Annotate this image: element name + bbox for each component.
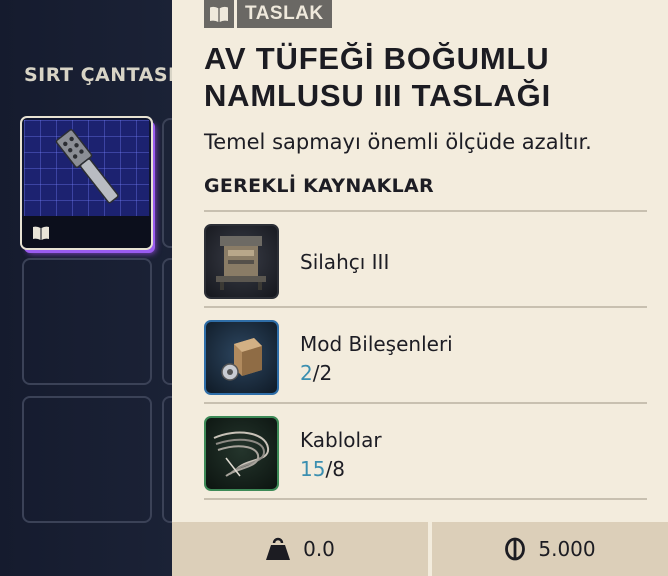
requirement-quantity: 2/2: [300, 361, 333, 385]
backpack-panel: SIRT ÇANTASI: [0, 0, 176, 576]
requirement-name: Silahçı III: [300, 250, 390, 274]
requirement-name: Mod Bileşenleri: [300, 332, 453, 356]
inventory-slot-selected[interactable]: [20, 116, 153, 250]
barrel-attachment-icon: [55, 129, 119, 204]
mod-components-icon: [204, 320, 279, 395]
item-tooltip: TASLAK AV TÜFEĞİ BOĞUMLU NAMLUSU III TAS…: [172, 0, 668, 576]
workbench-icon: [204, 224, 279, 299]
inventory-slot-empty[interactable]: [22, 396, 152, 523]
requirements-heading: GEREKLİ KAYNAKLAR: [204, 175, 434, 197]
item-type-label: TASLAK: [237, 0, 332, 28]
requirement-row: Silahçı III: [204, 212, 647, 299]
item-description: Temel sapmayı önemli ölçüde azaltır.: [204, 130, 592, 154]
requirement-row: Mod Bileşenleri 2/2: [204, 308, 647, 395]
inventory-slot-empty[interactable]: [22, 258, 152, 385]
divider: [204, 498, 647, 500]
slot-footer: [22, 216, 151, 248]
item-stats-bar: 0.0 5.000: [172, 522, 668, 576]
weight-stat: 0.0: [172, 522, 428, 576]
weight-icon: [266, 537, 291, 560]
price-stat: 5.000: [432, 522, 668, 576]
price-value: 5.000: [538, 537, 596, 561]
item-title: AV TÜFEĞİ BOĞUMLU NAMLUSU III TASLAĞI: [204, 41, 551, 113]
backpack-title: SIRT ÇANTASI: [24, 64, 176, 86]
requirement-row: Kablolar 15/8: [204, 404, 647, 491]
item-type-badge: TASLAK: [204, 0, 332, 28]
coin-icon: [505, 537, 526, 561]
requirement-quantity: 15/8: [300, 457, 345, 481]
wires-icon: [204, 416, 279, 491]
requirement-name: Kablolar: [300, 428, 382, 452]
blueprint-book-icon: [33, 226, 49, 240]
weight-value: 0.0: [303, 537, 335, 561]
book-icon: [204, 0, 234, 28]
